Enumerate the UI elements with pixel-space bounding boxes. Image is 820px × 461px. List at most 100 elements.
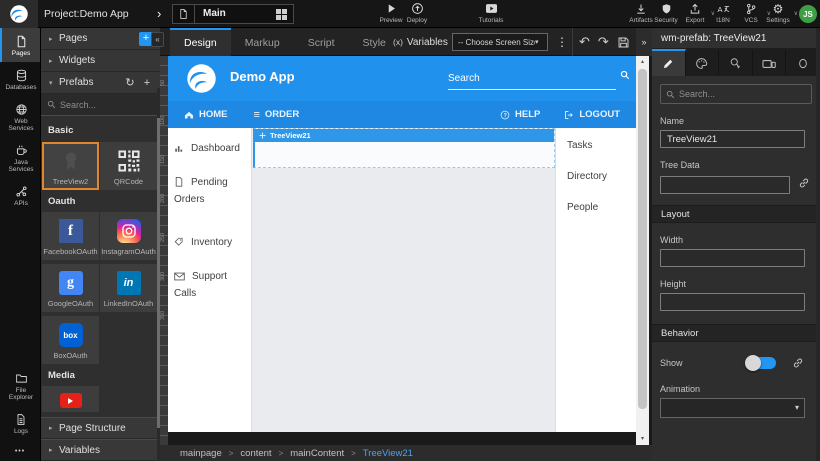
prefab-tile-instagram-oauth[interactable]: InstagramOAuth [100,212,157,260]
page-selector[interactable]: Main [172,4,294,24]
gear-icon: ⚙ [773,2,784,15]
prefab-tile-linkedin-oauth[interactable]: in LinkedInOAuth [100,264,157,312]
scroll-down-arrow[interactable]: ▾ [636,433,649,445]
tab-properties[interactable] [652,49,686,76]
app-left-menu: Dashboard Pending Orders Inventory Suppo… [168,128,252,432]
studio-logo[interactable] [0,0,38,28]
breadcrumb-mainpage[interactable]: mainpage [180,448,222,459]
show-toggle[interactable] [746,357,776,369]
collapse-left-panel-button[interactable]: « [151,32,164,47]
height-input[interactable] [660,293,805,311]
tab-design[interactable]: Design [170,28,231,56]
canvas-vertical-scrollbar[interactable]: ▴ ▾ [636,56,649,445]
section-widgets[interactable]: ▸ Widgets [41,50,160,72]
security-button[interactable]: Security [651,2,681,27]
app-logo[interactable] [186,63,217,94]
tab-devices[interactable] [753,49,787,76]
prefab-tile-qrcode[interactable]: QRCode [100,142,157,190]
left-rail: Pages Databases Web Services Java Servic… [0,28,40,461]
logout-icon [564,110,574,120]
redo-button[interactable]: ↷ [598,35,609,49]
breadcrumb-maincontent[interactable]: mainContent [290,448,344,459]
section-pages[interactable]: ▸ Pages + [41,28,160,50]
nav-logout[interactable]: LOGOUT [564,109,620,120]
prefab-search-input[interactable] [60,100,154,110]
tree-data-input[interactable] [660,176,790,194]
bind-show-button[interactable] [792,357,804,369]
rail-item-apis[interactable]: APIs [0,178,40,212]
prefab-tile-box-oauth[interactable]: box BoxOAuth [42,316,99,364]
tab-events[interactable] [719,49,753,76]
scroll-up-arrow[interactable]: ▴ [636,56,649,68]
undo-button[interactable]: ↶ [579,35,590,49]
panel-item-directory[interactable]: Directory [567,171,636,182]
prefab-search[interactable] [41,94,160,116]
widget-breadcrumb: mainpage > content > mainContent > TreeV… [160,445,652,461]
settings-button[interactable]: ⚙ Settings ∨ [763,2,793,27]
app-search-icon[interactable] [620,70,630,80]
behavior-section-header[interactable]: Behavior [652,324,820,342]
nav-order[interactable]: ≡ ORDER [254,109,300,121]
scrollbar-thumb[interactable] [638,69,647,409]
save-button[interactable] [617,36,630,49]
breadcrumb-content[interactable]: content [240,448,271,459]
facebook-icon: f [59,218,83,244]
rail-item-web-services[interactable]: Web Services [0,96,40,137]
breadcrumb-treeview21[interactable]: TreeView21 [363,448,413,459]
prefab-tile-treeview2[interactable]: TreeView2 [42,142,99,190]
name-label: Name [660,116,812,126]
download-icon [635,2,647,15]
menu-item-inventory[interactable]: Inventory [168,234,251,251]
menu-item-dashboard[interactable]: Dashboard [168,140,251,157]
rail-item-file-explorer[interactable]: File Explorer [0,365,40,406]
property-search[interactable] [660,84,812,104]
property-search-input[interactable] [679,89,806,99]
rail-item-databases[interactable]: Databases [0,62,40,96]
i18n-button[interactable]: A I18N [708,2,738,27]
prefab-tile-facebook-oauth[interactable]: f FacebookOAuth [42,212,99,260]
prefab-tile-google-oauth[interactable]: g GoogleOAuth [42,264,99,312]
vcs-button[interactable]: VCS ∨ [736,2,766,27]
section-prefabs[interactable]: ▾ Prefabs ↻ + [41,72,160,94]
name-input[interactable] [660,130,805,148]
export-button[interactable]: Export ∨ [680,2,710,27]
page-grid-icon[interactable] [269,5,293,23]
panel-item-people[interactable]: People [567,202,636,213]
tree-data-label: Tree Data [660,160,812,170]
width-input[interactable] [660,249,805,267]
tab-styles[interactable] [686,49,720,76]
nav-home[interactable]: HOME [184,109,228,120]
rail-item-java-services[interactable]: Java Services [0,137,40,178]
top-bar: Project:Demo App › Main Preview Deploy T… [0,0,820,28]
refresh-prefabs-button[interactable]: ↻ [124,75,136,91]
wavemaker-logo-icon [9,4,29,24]
user-avatar[interactable]: JS [799,5,817,23]
inspector-scrollbar[interactable] [816,28,820,461]
variables-menu[interactable]: (x) Variables ∨ [393,28,457,56]
screen-size-select[interactable]: -- Choose Screen Size -- ▾ [452,33,548,51]
section-page-structure[interactable]: ▸ Page Structure [41,417,160,439]
menu-item-support-calls[interactable]: Support Calls [168,268,251,302]
tab-markup[interactable]: Markup [231,28,294,56]
tab-script[interactable]: Script [294,28,349,56]
collapse-right-panel-button[interactable]: » [636,28,652,56]
rail-item-logs[interactable]: Logs [0,406,40,440]
more-options-button[interactable]: ⋮ [555,28,569,56]
section-variables[interactable]: ▸ Variables [41,439,160,461]
widget-selection-bar[interactable]: TreeView21 [255,129,554,142]
panel-item-tasks[interactable]: Tasks [567,140,636,151]
animation-select[interactable]: ▾ [660,398,805,418]
rail-item-pages[interactable]: Pages [0,28,40,62]
treeview-widget[interactable]: TreeView21 [253,128,555,168]
deploy-button[interactable]: Deploy [402,2,432,27]
rail-more-button[interactable]: ••• [0,440,40,461]
tutorials-button[interactable]: Tutorials [476,2,506,27]
prefab-tile-media[interactable] [42,386,99,412]
app-search-field[interactable]: Search [448,68,616,90]
layout-section-header[interactable]: Layout [652,205,820,223]
tab-outline[interactable] [786,49,820,76]
add-prefab-button[interactable]: + [141,75,153,91]
menu-item-pending-orders[interactable]: Pending Orders [168,174,251,208]
nav-help[interactable]: ? HELP [500,109,540,120]
bind-tree-data-button[interactable] [798,177,810,189]
